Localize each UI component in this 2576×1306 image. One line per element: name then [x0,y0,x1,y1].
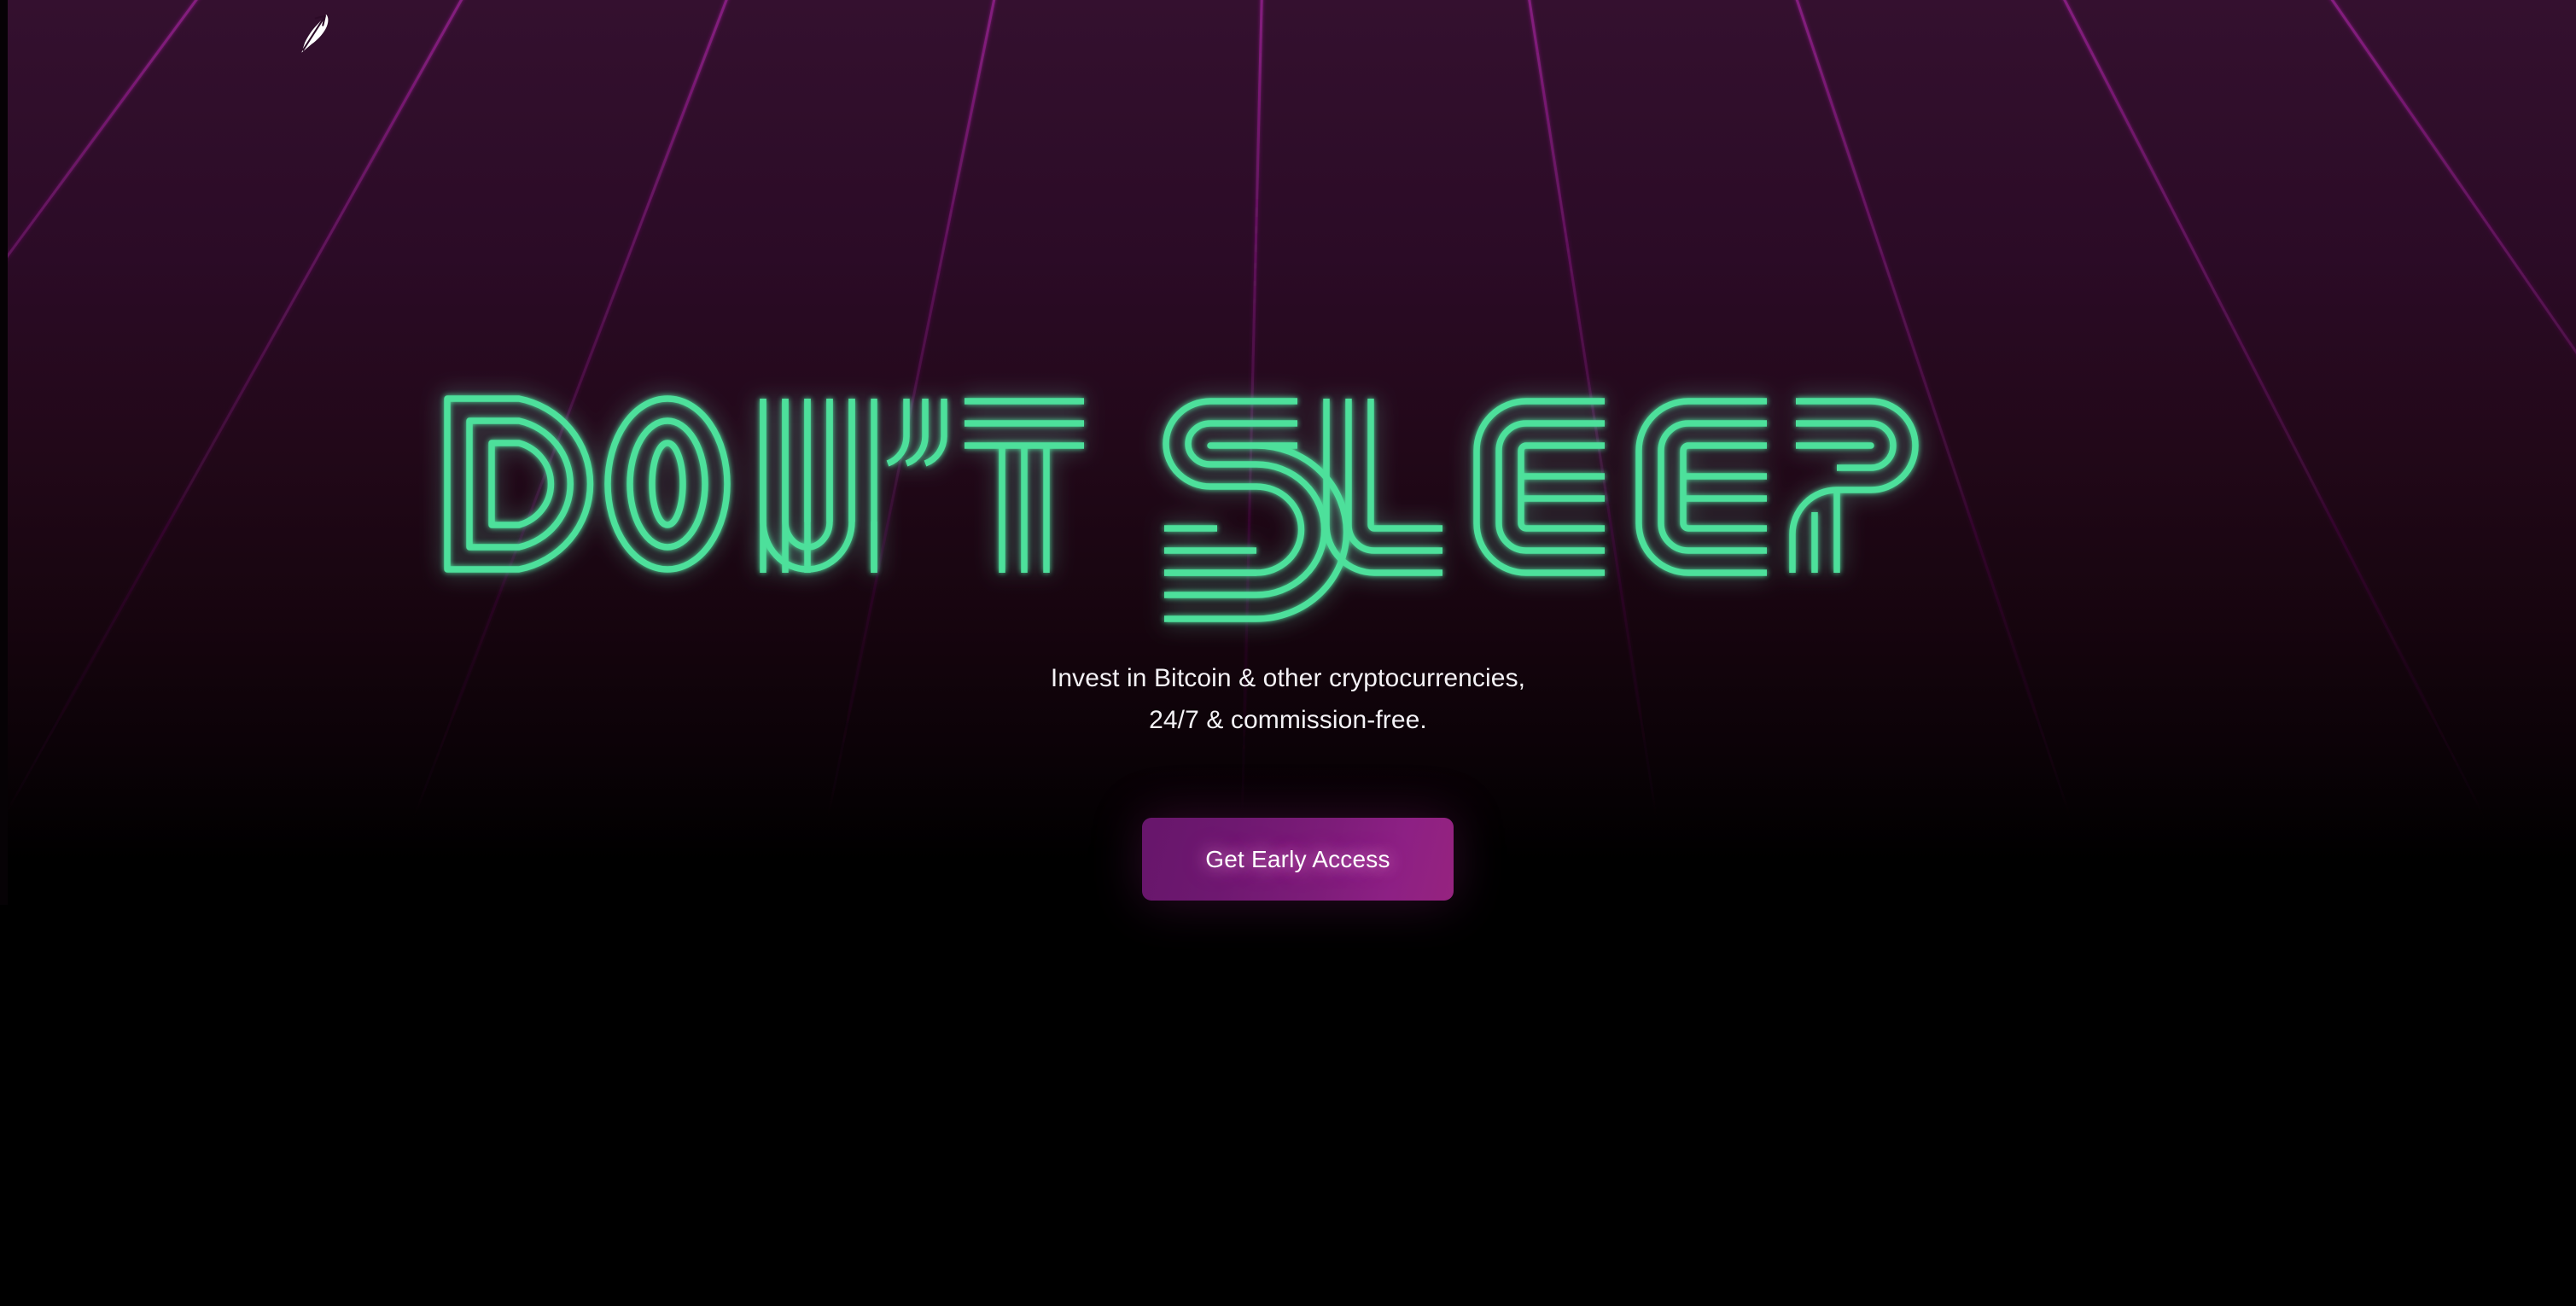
letter-D [447,399,591,569]
letter-apostrophe [888,399,944,464]
hero-headline: DON'T SLEEP [410,354,2194,610]
hero-subtitle-line-2: 24/7 & commission-free. [0,699,2576,741]
hero-subtitle-line-1: Invest in Bitcoin & other cryptocurrenci… [0,657,2576,699]
hero-section: DON'T SLEEP [0,0,2576,1306]
robinhood-feather-logo[interactable] [294,12,333,56]
letter-N [763,399,874,573]
site-header: Careers Help Log In Sign Up [0,0,2576,53]
letter-E-first [1477,401,1605,573]
hero-subtitle: Invest in Bitcoin & other cryptocurrenci… [0,657,2576,741]
letter-T [965,401,1084,573]
letter-P [1792,401,1915,573]
letter-S [1164,401,1347,619]
letter-O [608,399,727,569]
page-root: Careers Help Log In Sign Up DON'T SLEEP [0,0,2576,1306]
get-early-access-button[interactable]: Get Early Access [1142,818,1454,901]
letter-E-second [1639,401,1767,573]
